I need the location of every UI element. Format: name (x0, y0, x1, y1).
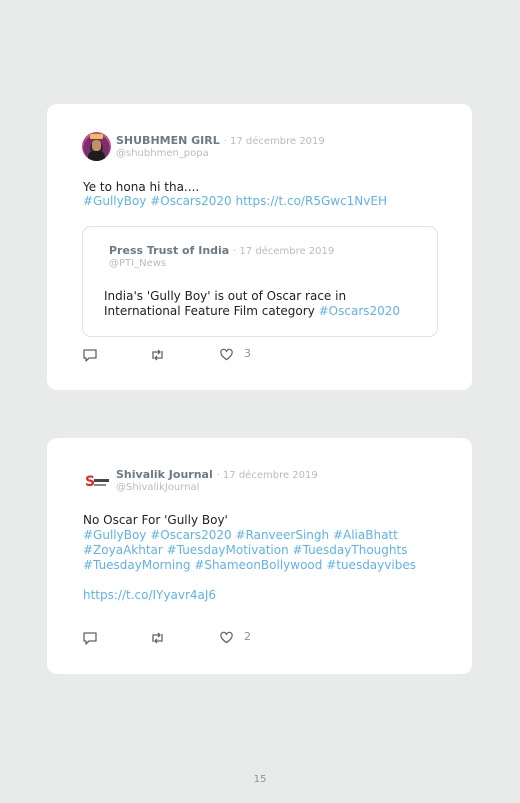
like-count: 2 (244, 630, 251, 643)
quoted-handle[interactable]: @PTI_News (109, 258, 166, 269)
tweet-hashtags-link[interactable]: #TuesdayMorning #ShameonBollywood #tuesd… (83, 558, 416, 573)
reply-icon[interactable] (82, 630, 98, 646)
logo-text-bar (94, 479, 109, 482)
quoted-text: International Feature Film category (104, 304, 319, 318)
quoted-hashtag-link[interactable]: #Oscars2020 (319, 304, 400, 318)
avatar-crown (90, 134, 103, 139)
tweet-card: SHUBHMEN GIRL · 17 décembre 2019 @shubhm… (47, 104, 472, 390)
tweet-actions: 3 (82, 347, 282, 363)
quoted-author-name[interactable]: Press Trust of India (109, 244, 229, 257)
quoted-text-line2: International Feature Film category #Osc… (104, 304, 400, 319)
author-handle[interactable]: @shubhmen_popa (116, 148, 209, 159)
tweet-hashtags-link[interactable]: #ZoyaAkhtar #TuesdayMotivation #TuesdayT… (83, 543, 407, 558)
author-name-text[interactable]: SHUBHMEN GIRL (116, 134, 220, 147)
tweet-text: Ye to hona hi tha.... (83, 180, 200, 194)
tweet-hashtags-link[interactable]: #GullyBoy #Oscars2020 https://t.co/R5Gwc… (83, 194, 387, 209)
author-name-text[interactable]: Shivalik Journal (116, 468, 213, 481)
author-handle[interactable]: @ShivalikJournal (116, 482, 199, 493)
quoted-date[interactable]: · 17 décembre 2019 (233, 246, 334, 257)
heart-icon (220, 631, 233, 644)
tweet-date[interactable]: · 17 décembre 2019 (224, 136, 325, 147)
quoted-author[interactable]: Press Trust of India · 17 décembre 2019 (109, 244, 334, 257)
tweet-hashtags-link[interactable]: #GullyBoy #Oscars2020 #RanveerSingh #Ali… (83, 528, 398, 543)
tweet-date[interactable]: · 17 décembre 2019 (217, 470, 318, 481)
logo-mark-icon: S (85, 474, 96, 490)
author-name[interactable]: Shivalik Journal · 17 décembre 2019 (116, 468, 318, 481)
page-number: 15 (253, 774, 267, 785)
avatar[interactable] (82, 132, 111, 161)
reply-icon[interactable] (82, 347, 98, 363)
like-button[interactable]: 2 (219, 630, 269, 646)
quoted-tweet[interactable]: Press Trust of India · 17 décembre 2019 … (82, 226, 438, 337)
tweet-url-link[interactable]: https://t.co/IYyavr4aJ6 (83, 588, 216, 603)
like-count: 3 (244, 347, 251, 360)
tweet-card: S Shivalik Journal · 17 décembre 2019 @S… (47, 438, 472, 674)
quoted-text-line1: India's 'Gully Boy' is out of Oscar race… (104, 289, 347, 303)
avatar-face (92, 140, 101, 151)
author-name[interactable]: SHUBHMEN GIRL · 17 décembre 2019 (116, 134, 325, 147)
heart-icon (220, 348, 233, 361)
retweet-icon[interactable] (149, 347, 166, 363)
retweet-icon[interactable] (149, 630, 166, 646)
avatar-body (88, 151, 105, 161)
like-button[interactable]: 3 (219, 347, 269, 363)
logo-text-bar (94, 484, 106, 486)
tweet-text: No Oscar For 'Gully Boy' (83, 513, 228, 527)
avatar[interactable]: S (82, 468, 111, 497)
tweet-actions: 2 (82, 630, 282, 646)
